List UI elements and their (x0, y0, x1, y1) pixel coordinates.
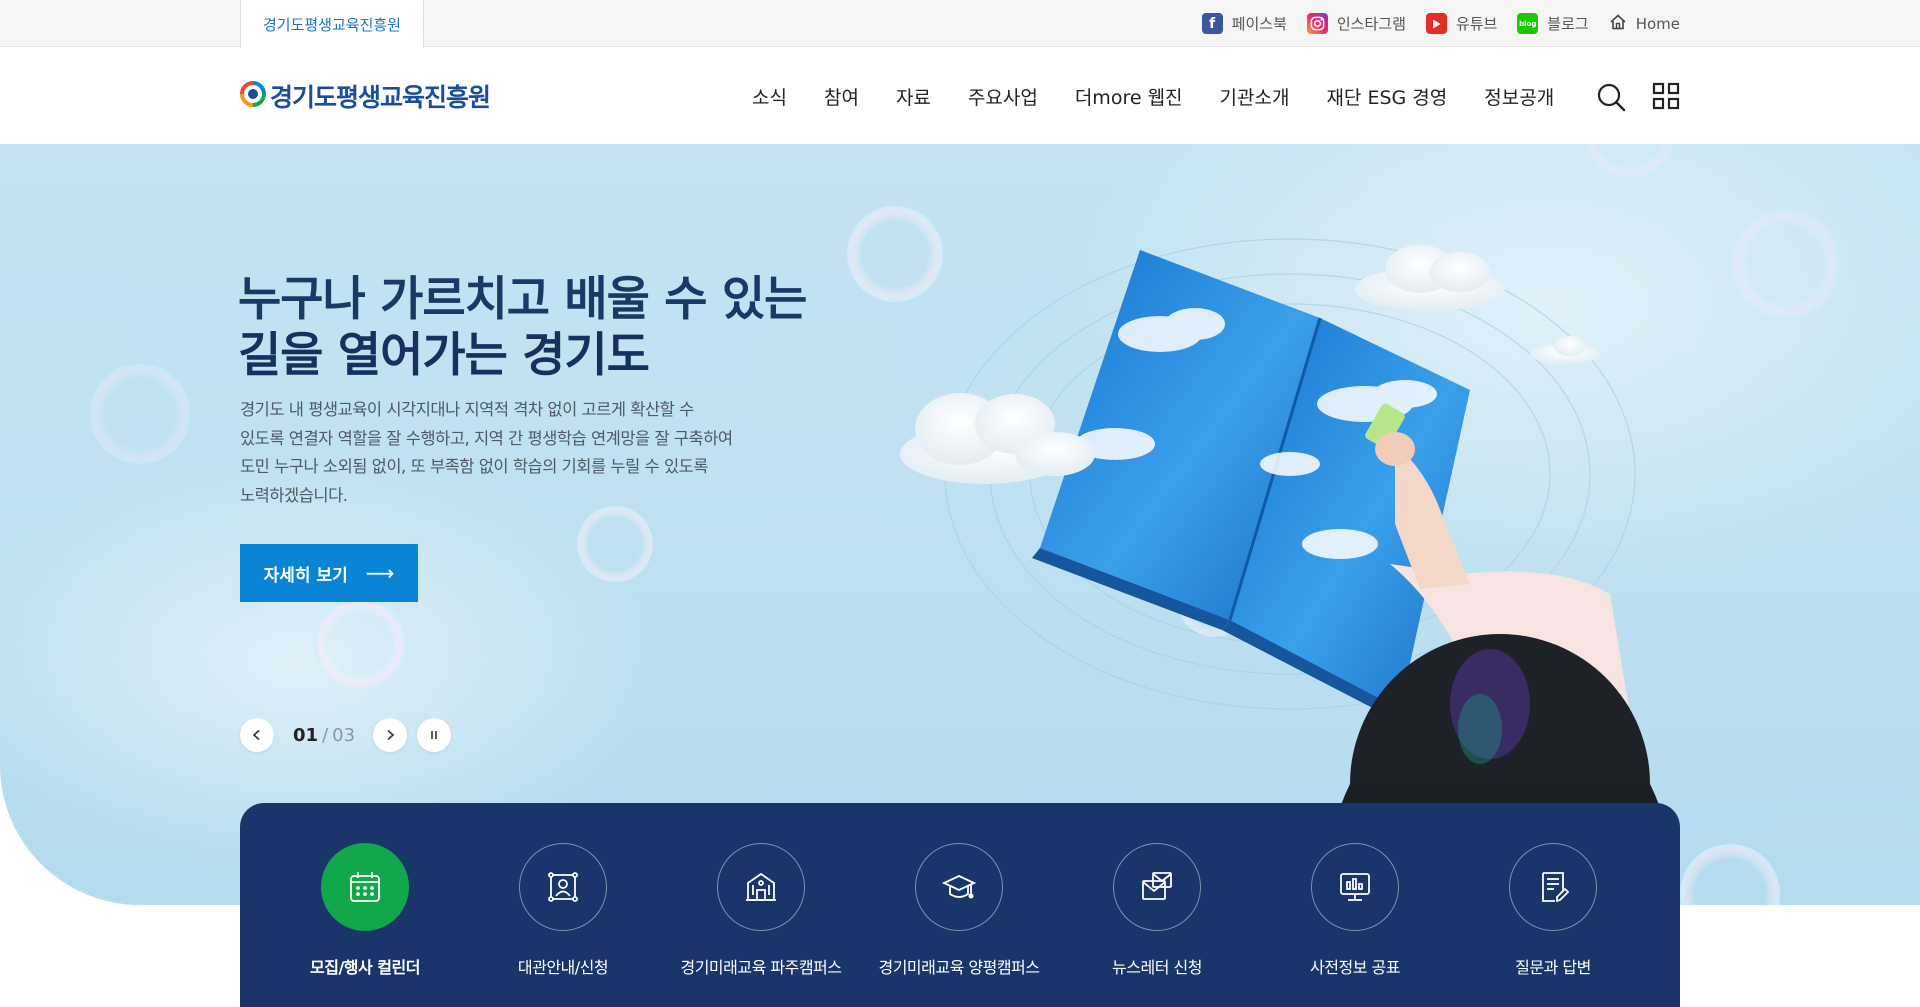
site-logo[interactable]: 경기도평생교육진흥원 (240, 78, 491, 114)
search-icon[interactable] (1596, 82, 1626, 112)
hero-desc-line: 노력하겠습니다. (240, 485, 348, 505)
quick-item-circle (321, 843, 409, 931)
youtube-icon (1425, 13, 1447, 34)
quick-item-label: 대관안내/신청 (517, 958, 609, 977)
mail-icon (1142, 872, 1172, 900)
arrow-right-icon: ⟶ (365, 561, 395, 585)
slide-pause-button[interactable] (417, 718, 452, 752)
pause-icon (431, 731, 437, 739)
blog-icon: blog (1517, 13, 1539, 34)
site-tab[interactable]: 경기도평생교육진흥원 (240, 0, 424, 48)
chevron-right-icon (387, 729, 395, 741)
logo-text: 경기도평생교육진흥원 (270, 83, 491, 112)
nav-item-news[interactable]: 소식 (752, 83, 787, 110)
building-icon (746, 872, 776, 901)
quick-menu: 모집/행사 컬린더 대관안내/신청 경기미래교육 파주캠퍼스 경기미래교육 양평… (240, 803, 1680, 1007)
quick-item-newsletter[interactable]: 뉴스레터 신청 (1058, 803, 1256, 1007)
nav-item-resources[interactable]: 자료 (896, 83, 931, 110)
calendar-icon (350, 872, 380, 902)
hero-banner: 누구나 가르치고 배울 수 있는 길을 열어가는 경기도 경기도 내 평생교육이… (0, 144, 1920, 905)
view-more-button[interactable]: 자세히 보기 ⟶ (240, 544, 418, 602)
facebook-icon: f (1201, 13, 1223, 34)
nav-item-esg[interactable]: 재단 ESG 경영 (1326, 83, 1447, 110)
facebook-label: 페이스북 (1231, 15, 1287, 33)
main-nav: 소식 참여 자료 주요사업 더more 웹진 기관소개 재단 ESG 경영 정보… (752, 48, 1554, 144)
nav-item-projects[interactable]: 주요사업 (968, 83, 1038, 110)
hero-illustration (90, 144, 1840, 905)
instagram-link[interactable]: 인스타그램 (1306, 13, 1406, 34)
hero-description: 경기도 내 평생교육이 시각지대나 지역적 격차 없이 고르게 확산할 수 있도… (240, 396, 800, 510)
quick-item-label: 질문과 답변 (1515, 958, 1591, 977)
quick-item-qna[interactable]: 질문과 답변 (1454, 803, 1652, 1007)
youtube-link[interactable]: 유튜브 (1425, 13, 1498, 34)
quick-item-yangpyeong-campus[interactable]: 경기미래교육 양평캠퍼스 (860, 803, 1058, 1007)
quick-item-calendar[interactable]: 모집/행사 컬린더 (266, 803, 464, 1007)
site-header: 경기도평생교육진흥원 소식 참여 자료 주요사업 더more 웹진 기관소개 재… (0, 48, 1920, 144)
quick-item-label: 뉴스레터 신청 (1112, 958, 1202, 977)
id-badge-icon (548, 872, 578, 902)
nav-item-about[interactable]: 기관소개 (1220, 83, 1290, 110)
hero-desc-line: 도민 누구나 소외됨 없이, 또 부족함 없이 학습의 기회를 누릴 수 있도록 (240, 457, 708, 476)
quick-item-circle (1311, 843, 1399, 931)
facebook-link[interactable]: f 페이스북 (1201, 13, 1287, 34)
instagram-icon (1306, 13, 1328, 34)
hero-title-line2: 길을 열어가는 경기도 (238, 328, 650, 383)
nav-item-participation[interactable]: 참여 (824, 83, 859, 110)
quick-item-circle (915, 843, 1003, 931)
quick-item-label: 모집/행사 컬린더 (310, 958, 420, 977)
social-links: f 페이스북 인스타그램 유튜브 blog 블로그 Home (1201, 0, 1680, 47)
slide-total: 03 (332, 724, 356, 746)
graduation-cap-icon (941, 875, 977, 899)
youtube-label: 유튜브 (1455, 15, 1498, 33)
monitor-chart-icon (1340, 873, 1370, 901)
quick-item-circle (1509, 843, 1597, 931)
quick-item-label: 사전정보 공표 (1310, 958, 1400, 977)
utility-bar: 경기도평생교육진흥원 f 페이스북 인스타그램 유튜브 blog 블로그 Hom… (0, 0, 1920, 48)
nav-item-disclosure[interactable]: 정보공개 (1484, 83, 1554, 110)
logo-emblem-icon (240, 81, 266, 111)
quick-item-circle (717, 843, 805, 931)
hero-desc-line: 있도록 연결자 역할을 잘 수행하고, 지역 간 평생학습 연계망을 잘 구축하… (240, 428, 733, 448)
slide-separator: / (322, 724, 329, 746)
chevron-left-icon (252, 729, 260, 741)
nav-item-webzine[interactable]: 더more 웹진 (1075, 83, 1183, 110)
quick-item-circle (1113, 843, 1201, 931)
view-more-label: 자세히 보기 (263, 565, 348, 586)
slide-controls: 01 / 03 (240, 718, 452, 752)
slide-next-button[interactable] (373, 718, 408, 752)
slide-prev-button[interactable] (240, 718, 274, 752)
slide-pager: 01 / 03 (293, 725, 355, 746)
home-link[interactable]: Home (1609, 13, 1680, 35)
slide-current: 01 (293, 724, 319, 746)
quick-item-label: 경기미래교육 양평캠퍼스 (878, 958, 1040, 977)
quick-item-disclosure[interactable]: 사전정보 공표 (1256, 803, 1454, 1007)
instagram-label: 인스타그램 (1336, 15, 1406, 33)
grid-menu-icon[interactable] (1652, 82, 1680, 110)
quick-item-circle (519, 843, 607, 931)
quick-item-label: 경기미래교육 파주캠퍼스 (680, 958, 842, 977)
blog-link[interactable]: blog 블로그 (1517, 13, 1589, 34)
quick-item-paju-campus[interactable]: 경기미래교육 파주캠퍼스 (662, 803, 860, 1007)
blog-label: 블로그 (1547, 15, 1589, 33)
home-icon (1609, 13, 1627, 35)
quick-item-rental[interactable]: 대관안내/신청 (464, 803, 662, 1007)
home-label: Home (1635, 14, 1680, 33)
document-edit-icon (1542, 872, 1570, 903)
hero-desc-line: 경기도 내 평생교육이 시각지대나 지역적 격차 없이 고르게 확산할 수 (240, 400, 694, 419)
